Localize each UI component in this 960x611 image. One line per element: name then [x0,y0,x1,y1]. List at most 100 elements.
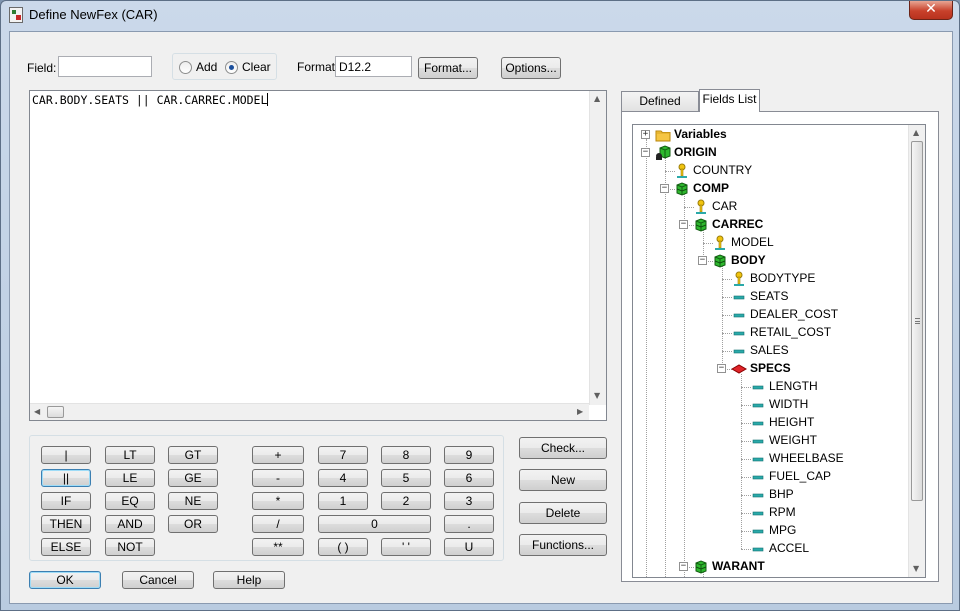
tree-scroll-up-arrow-icon[interactable]: ▲ [913,128,919,137]
digit-3-button[interactable]: 3 [444,492,494,510]
op-lt-button[interactable]: LT [105,446,155,464]
clear-radio-label: Clear [242,60,271,74]
tree-node-country[interactable]: COUNTRY [633,162,909,180]
collapse-toggle-icon[interactable]: − [698,256,707,265]
segment-icon [693,559,709,575]
tree-node-length[interactable]: LENGTH [633,378,909,396]
help-button[interactable]: Help [213,571,285,589]
op-ge-button[interactable]: GE [168,469,218,487]
expression-editor[interactable]: CAR.BODY.SEATS || CAR.CARREC.MODEL ▲ ▼ ◀… [29,90,607,421]
delete-button[interactable]: Delete [519,502,607,524]
tree-node-wheelbase[interactable]: WHEELBASE [633,450,909,468]
collapse-toggle-icon[interactable]: − [641,148,650,157]
check-button[interactable]: Check... [519,437,607,459]
functions-button[interactable]: Functions... [519,534,607,556]
op-else-button[interactable]: ELSE [41,538,91,556]
scroll-down-arrow-icon[interactable]: ▼ [594,391,600,400]
op-gt-button[interactable]: GT [168,446,218,464]
multiply-button[interactable]: * [252,492,304,510]
tree-node-retail-cost[interactable]: RETAIL_COST [633,324,909,342]
new-button[interactable]: New [519,469,607,491]
ok-button[interactable]: OK [29,571,101,589]
tab-defined-fields[interactable]: Defined Fields [621,91,699,126]
tree-node-sales[interactable]: SALES [633,342,909,360]
op-or-button[interactable]: OR [168,515,218,533]
op-and-button[interactable]: AND [105,515,155,533]
tree-node-label: CAR [712,199,738,213]
digit-8-button[interactable]: 8 [381,446,431,464]
collapse-toggle-icon[interactable]: − [679,220,688,229]
clear-radio[interactable] [225,61,238,74]
op-then-button[interactable]: THEN [41,515,91,533]
window-title: Define NewFex (CAR) [29,7,158,22]
tree-node-bodytype[interactable]: BODYTYPE [633,270,909,288]
tree-node-car[interactable]: CAR [633,198,909,216]
tree-node-variables[interactable]: + Variables [633,126,909,144]
digit-2-button[interactable]: 2 [381,492,431,510]
format-input[interactable]: D12.2 [335,56,412,77]
expand-toggle-icon[interactable]: + [641,130,650,139]
tree-scroll-down-arrow-icon[interactable]: ▼ [913,564,919,573]
tree-node-rpm[interactable]: RPM [633,504,909,522]
tree-vertical-scrollbar[interactable]: ▲ ▼ [908,125,925,577]
tree-node-body[interactable]: − BODY [633,252,909,270]
digit-4-button[interactable]: 4 [318,469,368,487]
close-button[interactable]: ✕ [909,1,953,20]
op-concat-button[interactable]: || [41,469,91,487]
horizontal-scroll-thumb[interactable] [47,406,64,418]
tree-node-specs[interactable]: − SPECS [633,360,909,378]
digit-5-button[interactable]: 5 [381,469,431,487]
u-button[interactable]: U [444,538,494,556]
tree-scroll-thumb[interactable] [911,141,923,501]
field-input[interactable] [58,56,152,77]
tree-node-weight[interactable]: WEIGHT [633,432,909,450]
options-button[interactable]: Options... [501,57,561,79]
editor-vertical-scrollbar[interactable]: ▲ ▼ [589,91,606,405]
tree-node-model[interactable]: MODEL [633,234,909,252]
digit-1-button[interactable]: 1 [318,492,368,510]
digit-7-button[interactable]: 7 [318,446,368,464]
tree-node-dealer-cost[interactable]: DEALER_COST [633,306,909,324]
scroll-left-arrow-icon[interactable]: ◀ [34,407,40,416]
op-eq-button[interactable]: EQ [105,492,155,510]
digit-6-button[interactable]: 6 [444,469,494,487]
quotes-button[interactable]: ' ' [381,538,431,556]
op-ne-button[interactable]: NE [168,492,218,510]
parentheses-button[interactable]: ( ) [318,538,368,556]
power-button[interactable]: ** [252,538,304,556]
cancel-button[interactable]: Cancel [122,571,194,589]
tree-node-comp[interactable]: − COMP [633,180,909,198]
tree-node-width[interactable]: WIDTH [633,396,909,414]
field-icon [750,523,766,539]
digit-0-button[interactable]: 0 [318,515,431,533]
op-or-bar-button[interactable]: | [41,446,91,464]
tree-node-fuel-cap[interactable]: FUEL_CAP [633,468,909,486]
collapse-toggle-icon[interactable]: − [660,184,669,193]
op-not-button[interactable]: NOT [105,538,155,556]
divide-button[interactable]: / [252,515,304,533]
scroll-up-arrow-icon[interactable]: ▲ [594,94,600,103]
tree-node-height[interactable]: HEIGHT [633,414,909,432]
field-icon [731,289,747,305]
op-if-button[interactable]: IF [41,492,91,510]
scroll-right-arrow-icon[interactable]: ▶ [577,407,583,416]
editor-horizontal-scrollbar[interactable]: ◀ ▶ [30,403,589,420]
tree-node-mpg[interactable]: MPG [633,522,909,540]
decimal-point-button[interactable]: . [444,515,494,533]
tree-node-carrec[interactable]: − CARREC [633,216,909,234]
fields-tree[interactable]: + Variables − ORIGIN COUNTRY − COMP CAR − CARREC M… [632,124,926,578]
collapse-toggle-icon[interactable]: − [679,562,688,571]
add-radio[interactable] [179,61,192,74]
tree-node-accel[interactable]: ACCEL [633,540,909,558]
format-button[interactable]: Format... [418,57,478,79]
tree-node-bhp[interactable]: BHP [633,486,909,504]
minus-button[interactable]: - [252,469,304,487]
tree-node-seats[interactable]: SEATS [633,288,909,306]
digit-9-button[interactable]: 9 [444,446,494,464]
op-le-button[interactable]: LE [105,469,155,487]
tree-node-warant[interactable]: − WARANT [633,558,909,576]
tree-node-origin[interactable]: − ORIGIN [633,144,909,162]
plus-button[interactable]: + [252,446,304,464]
collapse-toggle-icon[interactable]: − [717,364,726,373]
tab-fields-list[interactable]: Fields List [699,89,760,112]
